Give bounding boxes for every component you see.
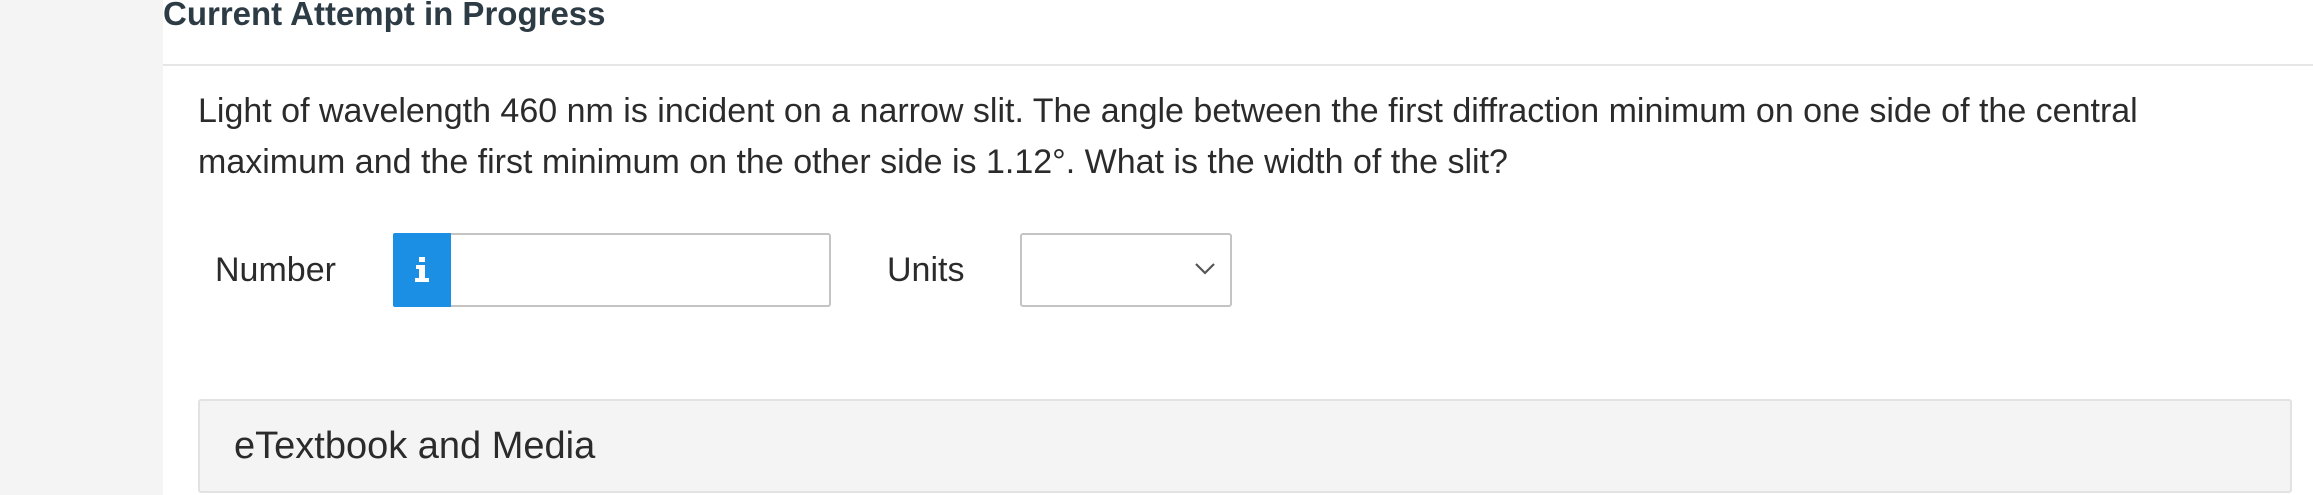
chevron-down-icon	[1195, 263, 1215, 275]
attempt-status-heading: Current Attempt in Progress	[163, 0, 606, 32]
etextbook-media-panel[interactable]: eTextbook and Media	[198, 399, 2292, 493]
info-button[interactable]	[393, 233, 451, 307]
number-label: Number	[215, 251, 336, 289]
units-select[interactable]	[1020, 233, 1232, 307]
question-text: Light of wavelength 460 nm is incident o…	[198, 86, 2313, 188]
info-icon	[415, 257, 429, 282]
question-line-2: maximum and the first minimum on the oth…	[198, 143, 1508, 181]
number-input[interactable]	[451, 233, 831, 307]
question-line-1: Light of wavelength 460 nm is incident o…	[198, 92, 2138, 130]
units-label: Units	[887, 251, 965, 289]
left-gutter	[0, 0, 163, 495]
etextbook-media-label: eTextbook and Media	[234, 425, 596, 467]
question-area: Current Attempt in Progress Light of wav…	[163, 0, 2313, 495]
divider	[163, 64, 2313, 66]
